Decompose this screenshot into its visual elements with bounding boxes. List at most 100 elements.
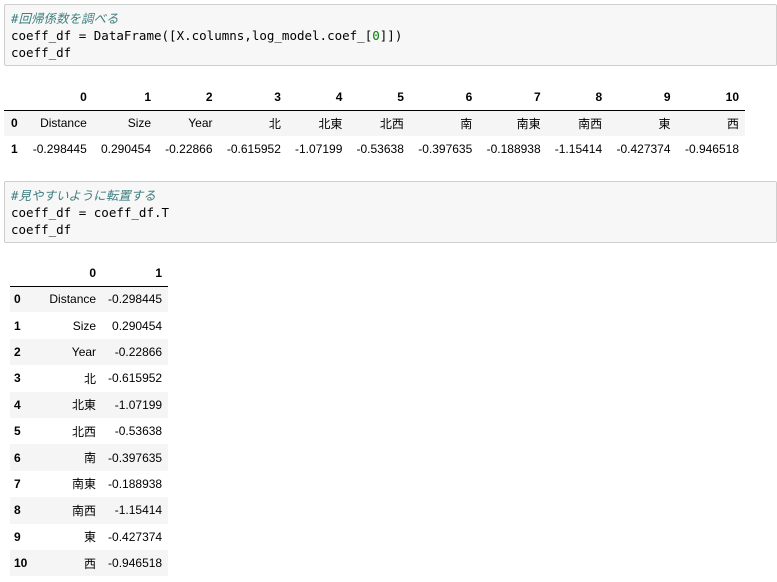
- table-row: 9 東 -0.427374: [10, 524, 168, 550]
- table-cell: -1.07199: [114, 397, 163, 412]
- table-cell: Distance: [49, 292, 97, 307]
- table-cell: -0.397635: [418, 142, 473, 156]
- column-header: 0: [43, 260, 103, 287]
- table-row: 3 北 -0.615952: [10, 365, 168, 391]
- table-cell: 北東: [72, 398, 97, 413]
- column-header: 7: [478, 84, 547, 111]
- table-cell: 南西: [72, 503, 97, 518]
- table-cell: 東: [658, 116, 671, 131]
- table-row: 1 Size 0.290454: [10, 312, 168, 338]
- table-cell: -0.22866: [165, 142, 213, 156]
- index-header: [10, 260, 44, 287]
- code-line: coeff_df: [11, 45, 72, 60]
- row-index: 3: [14, 371, 21, 386]
- table-cell: -0.22866: [114, 344, 163, 359]
- table-cell: 南東: [72, 477, 97, 492]
- table-row: 0 Distance -0.298445: [10, 286, 169, 313]
- table-cell: -0.427374: [616, 142, 671, 156]
- code-comment: #見やすいように転置する: [11, 188, 156, 203]
- table-cell: 北: [268, 116, 281, 131]
- table-cell: 北西: [72, 424, 97, 439]
- row-index: 1: [14, 318, 21, 333]
- table-cell: 北西: [379, 116, 404, 131]
- table-header-row: 0 1: [10, 260, 169, 287]
- table-row: 5 北西 -0.53638: [10, 418, 168, 444]
- table-cell: Year: [188, 116, 213, 131]
- table-cell: 0.290454: [100, 142, 152, 156]
- code-line: coeff_df = coeff_df.T: [11, 205, 170, 220]
- table-row: 2 Year -0.22866: [10, 338, 169, 366]
- table-cell: 南: [84, 451, 97, 466]
- column-header: 5: [348, 84, 410, 111]
- table-cell: -0.946518: [684, 142, 739, 156]
- table-header-row: 0 1 2 3 4 5 6 7 8 9 10: [4, 84, 745, 111]
- row-index: 9: [14, 529, 21, 544]
- column-header: 2: [157, 84, 219, 111]
- table-cell: 南東: [516, 116, 541, 131]
- row-index: 5: [14, 424, 21, 439]
- table-cell: Size: [72, 318, 97, 333]
- row-index: 1: [11, 142, 18, 156]
- table-row: 6 南 -0.397635: [10, 444, 169, 471]
- row-index: 0: [14, 292, 21, 307]
- table-row: 10 西 -0.946518: [10, 549, 169, 577]
- table-cell: 西: [84, 556, 97, 571]
- table-cell: -0.188938: [486, 142, 541, 156]
- table-cell: Size: [127, 116, 152, 131]
- row-index: 2: [14, 344, 21, 359]
- table-cell: Distance: [40, 116, 87, 131]
- table-cell: 北東: [318, 116, 343, 131]
- index-header: [4, 84, 25, 111]
- table-cell: -0.946518: [108, 556, 163, 571]
- table-cell: -1.15414: [114, 503, 163, 518]
- table-cell: -0.397635: [108, 450, 163, 465]
- code-line: coeff_df = DataFrame([X.columns,log_mode…: [11, 27, 770, 44]
- table-row: 1 -0.298445 0.290454 -0.22866 -0.615952 …: [4, 136, 745, 162]
- column-header: 10: [676, 84, 745, 111]
- row-index: 0: [11, 116, 18, 131]
- dataframe-output-2: 0 1 0 Distance -0.298445 1 Size 0.290454…: [10, 260, 169, 577]
- dataframe-output-1: 0 1 2 3 4 5 6 7 8 9 10 0 Distance Size Y…: [4, 84, 745, 162]
- table-cell: 南西: [578, 116, 603, 131]
- code-comment: #回帰係数を調べる: [11, 11, 119, 26]
- table-row: 4 北東 -1.07199: [10, 391, 169, 418]
- table-cell: 南: [460, 116, 473, 131]
- column-header: 4: [286, 84, 349, 111]
- column-header: 1: [102, 260, 169, 287]
- column-header: 8: [546, 84, 609, 111]
- code-line: coeff_df: [11, 222, 72, 237]
- column-header: 1: [92, 84, 158, 111]
- table-cell: -0.298445: [32, 142, 87, 156]
- table-cell: -0.615952: [226, 142, 281, 156]
- table-cell: -0.298445: [108, 292, 163, 307]
- row-index: 6: [14, 450, 21, 465]
- code-text: ]]): [379, 28, 403, 43]
- code-number: 0: [372, 28, 380, 43]
- table-row: 0 Distance Size Year 北 北東 北西 南 南東 南西 東 西: [4, 110, 745, 136]
- row-index: 4: [14, 397, 21, 412]
- code-cell-2[interactable]: #見やすいように転置する coeff_df = coeff_df.T coeff…: [4, 181, 777, 243]
- table-cell: 北: [84, 371, 97, 386]
- code-text: coeff_df = DataFrame([X.columns,log_mode…: [11, 28, 373, 43]
- column-header: 0: [24, 84, 93, 111]
- table-cell: Year: [71, 344, 97, 359]
- table-cell: 東: [84, 530, 97, 545]
- table-cell: -0.188938: [108, 476, 163, 491]
- table-row: 7 南東 -0.188938: [10, 471, 168, 497]
- row-index: 7: [14, 476, 21, 491]
- table-cell: -0.53638: [114, 424, 163, 439]
- row-index: 8: [14, 503, 21, 518]
- column-header: 6: [409, 84, 479, 111]
- column-header: 3: [218, 84, 287, 111]
- table-cell: 0.290454: [112, 318, 163, 333]
- table-cell: -1.07199: [295, 142, 343, 156]
- table-cell: 西: [726, 116, 739, 131]
- table-cell: -0.53638: [356, 142, 404, 156]
- table-cell: -0.615952: [108, 371, 163, 386]
- table-cell: -1.15414: [554, 142, 603, 156]
- table-row: 8 南西 -1.15414: [10, 497, 169, 524]
- table-cell: -0.427374: [108, 529, 163, 544]
- row-index: 10: [14, 556, 28, 571]
- column-header: 9: [608, 84, 677, 111]
- code-cell-1[interactable]: #回帰係数を調べる coeff_df = DataFrame([X.column…: [4, 4, 777, 66]
